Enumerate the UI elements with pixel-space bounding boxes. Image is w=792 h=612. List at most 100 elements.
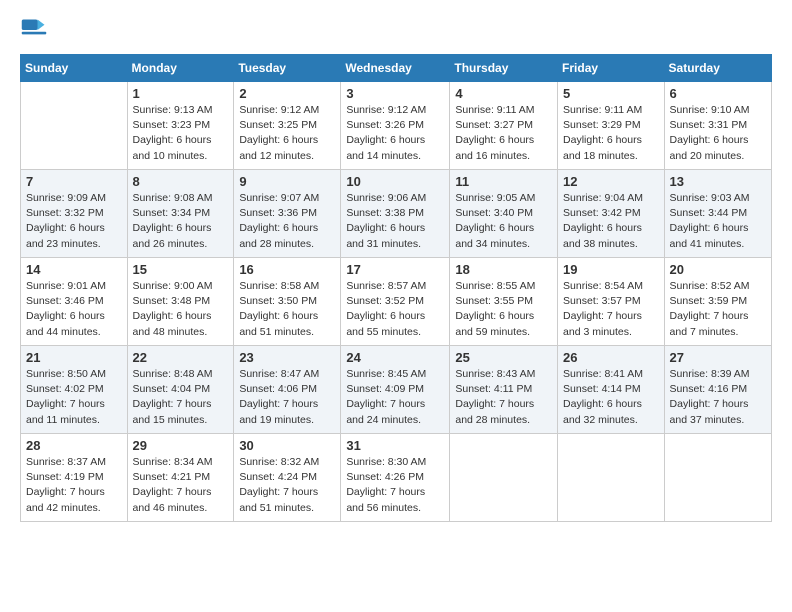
day-cell: 26 Sunrise: 8:41 AM Sunset: 4:14 PM Dayli… <box>558 346 665 434</box>
day-number: 6 <box>670 86 766 101</box>
day-info: Sunrise: 9:12 AM Sunset: 3:25 PM Dayligh… <box>239 103 335 164</box>
day-number: 19 <box>563 262 659 277</box>
day-info: Sunrise: 8:43 AM Sunset: 4:11 PM Dayligh… <box>455 367 552 428</box>
day-number: 16 <box>239 262 335 277</box>
day-number: 9 <box>239 174 335 189</box>
day-info: Sunrise: 8:34 AM Sunset: 4:21 PM Dayligh… <box>133 455 229 516</box>
header-row: SundayMondayTuesdayWednesdayThursdayFrid… <box>21 55 772 82</box>
day-cell: 20 Sunrise: 8:52 AM Sunset: 3:59 PM Dayli… <box>664 258 771 346</box>
day-number: 25 <box>455 350 552 365</box>
day-cell: 11Sunrise: 9:05 AM Sunset: 3:40 PM Dayli… <box>450 170 558 258</box>
day-number: 28 <box>26 438 122 453</box>
day-cell: 10Sunrise: 9:06 AM Sunset: 3:38 PM Dayli… <box>341 170 450 258</box>
day-cell: 2 Sunrise: 9:12 AM Sunset: 3:25 PM Daylig… <box>234 82 341 170</box>
day-cell: 24 Sunrise: 8:45 AM Sunset: 4:09 PM Dayli… <box>341 346 450 434</box>
day-cell: 31 Sunrise: 8:30 AM Sunset: 4:26 PM Dayli… <box>341 434 450 522</box>
day-number: 22 <box>133 350 229 365</box>
day-info: Sunrise: 9:12 AM Sunset: 3:26 PM Dayligh… <box>346 103 444 164</box>
day-cell: 21Sunrise: 8:50 AM Sunset: 4:02 PM Dayli… <box>21 346 128 434</box>
day-info: Sunrise: 8:32 AM Sunset: 4:24 PM Dayligh… <box>239 455 335 516</box>
day-number: 24 <box>346 350 444 365</box>
day-info: Sunrise: 9:11 AM Sunset: 3:27 PM Dayligh… <box>455 103 552 164</box>
day-cell: 30 Sunrise: 8:32 AM Sunset: 4:24 PM Dayli… <box>234 434 341 522</box>
day-cell: 18 Sunrise: 8:55 AM Sunset: 3:55 PM Dayli… <box>450 258 558 346</box>
day-info: Sunrise: 8:55 AM Sunset: 3:55 PM Dayligh… <box>455 279 552 340</box>
day-cell <box>558 434 665 522</box>
day-cell: 12 Sunrise: 9:04 AM Sunset: 3:42 PM Dayli… <box>558 170 665 258</box>
day-number: 4 <box>455 86 552 101</box>
day-number: 10 <box>346 174 444 189</box>
logo <box>20 16 52 44</box>
header <box>20 16 772 44</box>
week-row-3: 14 Sunrise: 9:01 AM Sunset: 3:46 PM Dayli… <box>21 258 772 346</box>
day-cell: 27 Sunrise: 8:39 AM Sunset: 4:16 PM Dayli… <box>664 346 771 434</box>
day-cell: 29 Sunrise: 8:34 AM Sunset: 4:21 PM Dayli… <box>127 434 234 522</box>
day-number: 7 <box>26 174 122 189</box>
day-number: 1 <box>133 86 229 101</box>
day-cell: 25 Sunrise: 8:43 AM Sunset: 4:11 PM Dayli… <box>450 346 558 434</box>
logo-icon <box>20 16 48 44</box>
day-cell: 16 Sunrise: 8:58 AM Sunset: 3:50 PM Dayli… <box>234 258 341 346</box>
day-cell: 3 Sunrise: 9:12 AM Sunset: 3:26 PM Daylig… <box>341 82 450 170</box>
day-number: 5 <box>563 86 659 101</box>
day-info: Sunrise: 9:03 AM Sunset: 3:44 PM Dayligh… <box>670 191 766 252</box>
day-cell: 9 Sunrise: 9:07 AM Sunset: 3:36 PM Daylig… <box>234 170 341 258</box>
day-number: 31 <box>346 438 444 453</box>
day-number: 12 <box>563 174 659 189</box>
day-info: Sunrise: 8:30 AM Sunset: 4:26 PM Dayligh… <box>346 455 444 516</box>
day-cell: 15Sunrise: 9:00 AM Sunset: 3:48 PM Dayli… <box>127 258 234 346</box>
day-cell: 23Sunrise: 8:47 AM Sunset: 4:06 PM Dayli… <box>234 346 341 434</box>
day-number: 30 <box>239 438 335 453</box>
header-day-monday: Monday <box>127 55 234 82</box>
page: SundayMondayTuesdayWednesdayThursdayFrid… <box>0 0 792 612</box>
day-info: Sunrise: 8:41 AM Sunset: 4:14 PM Dayligh… <box>563 367 659 428</box>
day-info: Sunrise: 9:05 AM Sunset: 3:40 PM Dayligh… <box>455 191 552 252</box>
day-info: Sunrise: 9:10 AM Sunset: 3:31 PM Dayligh… <box>670 103 766 164</box>
day-cell: 8Sunrise: 9:08 AM Sunset: 3:34 PM Daylig… <box>127 170 234 258</box>
header-day-friday: Friday <box>558 55 665 82</box>
day-info: Sunrise: 9:01 AM Sunset: 3:46 PM Dayligh… <box>26 279 122 340</box>
day-number: 20 <box>670 262 766 277</box>
day-cell: 14 Sunrise: 9:01 AM Sunset: 3:46 PM Dayli… <box>21 258 128 346</box>
day-number: 29 <box>133 438 229 453</box>
day-info: Sunrise: 8:48 AM Sunset: 4:04 PM Dayligh… <box>133 367 229 428</box>
day-info: Sunrise: 8:45 AM Sunset: 4:09 PM Dayligh… <box>346 367 444 428</box>
calendar-table: SundayMondayTuesdayWednesdayThursdayFrid… <box>20 54 772 522</box>
day-number: 27 <box>670 350 766 365</box>
day-cell <box>664 434 771 522</box>
day-number: 3 <box>346 86 444 101</box>
day-number: 18 <box>455 262 552 277</box>
day-number: 15 <box>133 262 229 277</box>
header-day-thursday: Thursday <box>450 55 558 82</box>
day-info: Sunrise: 9:09 AM Sunset: 3:32 PM Dayligh… <box>26 191 122 252</box>
day-cell: 17Sunrise: 8:57 AM Sunset: 3:52 PM Dayli… <box>341 258 450 346</box>
week-row-1: 1 Sunrise: 9:13 AM Sunset: 3:23 PM Daylig… <box>21 82 772 170</box>
header-day-wednesday: Wednesday <box>341 55 450 82</box>
week-row-5: 28 Sunrise: 8:37 AM Sunset: 4:19 PM Dayli… <box>21 434 772 522</box>
day-info: Sunrise: 9:11 AM Sunset: 3:29 PM Dayligh… <box>563 103 659 164</box>
day-info: Sunrise: 8:57 AM Sunset: 3:52 PM Dayligh… <box>346 279 444 340</box>
day-cell: 7 Sunrise: 9:09 AM Sunset: 3:32 PM Daylig… <box>21 170 128 258</box>
day-number: 2 <box>239 86 335 101</box>
week-row-4: 21Sunrise: 8:50 AM Sunset: 4:02 PM Dayli… <box>21 346 772 434</box>
week-row-2: 7 Sunrise: 9:09 AM Sunset: 3:32 PM Daylig… <box>21 170 772 258</box>
day-cell: 1 Sunrise: 9:13 AM Sunset: 3:23 PM Daylig… <box>127 82 234 170</box>
day-info: Sunrise: 8:37 AM Sunset: 4:19 PM Dayligh… <box>26 455 122 516</box>
day-info: Sunrise: 8:54 AM Sunset: 3:57 PM Dayligh… <box>563 279 659 340</box>
day-cell: 5 Sunrise: 9:11 AM Sunset: 3:29 PM Daylig… <box>558 82 665 170</box>
day-cell: 19 Sunrise: 8:54 AM Sunset: 3:57 PM Dayli… <box>558 258 665 346</box>
day-info: Sunrise: 9:13 AM Sunset: 3:23 PM Dayligh… <box>133 103 229 164</box>
day-info: Sunrise: 8:50 AM Sunset: 4:02 PM Dayligh… <box>26 367 122 428</box>
day-cell <box>21 82 128 170</box>
day-info: Sunrise: 9:07 AM Sunset: 3:36 PM Dayligh… <box>239 191 335 252</box>
day-info: Sunrise: 8:52 AM Sunset: 3:59 PM Dayligh… <box>670 279 766 340</box>
day-info: Sunrise: 8:58 AM Sunset: 3:50 PM Dayligh… <box>239 279 335 340</box>
day-info: Sunrise: 9:04 AM Sunset: 3:42 PM Dayligh… <box>563 191 659 252</box>
day-number: 26 <box>563 350 659 365</box>
header-day-sunday: Sunday <box>21 55 128 82</box>
day-info: Sunrise: 8:39 AM Sunset: 4:16 PM Dayligh… <box>670 367 766 428</box>
day-cell: 13Sunrise: 9:03 AM Sunset: 3:44 PM Dayli… <box>664 170 771 258</box>
day-cell: 22 Sunrise: 8:48 AM Sunset: 4:04 PM Dayli… <box>127 346 234 434</box>
day-number: 8 <box>133 174 229 189</box>
day-number: 14 <box>26 262 122 277</box>
